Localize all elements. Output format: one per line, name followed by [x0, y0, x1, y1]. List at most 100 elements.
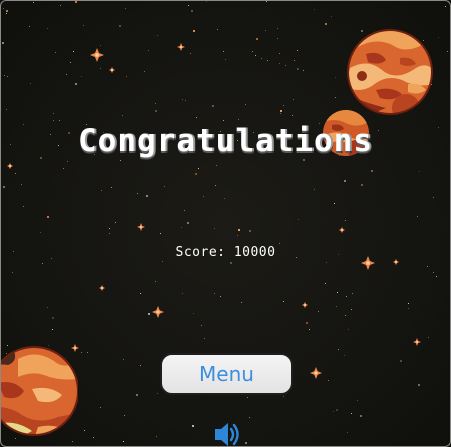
star-dot — [75, 1, 77, 3]
star-dot — [249, 230, 251, 232]
star-dot — [3, 186, 5, 188]
game-screen: Congratulations Score: 10000 Menu — [0, 0, 451, 447]
star-dot — [247, 397, 248, 398]
star-dot — [192, 425, 194, 427]
star-dot — [360, 415, 362, 417]
sparkle-star — [302, 302, 308, 308]
star-dot — [337, 292, 338, 293]
star-dot — [292, 115, 293, 116]
star-dot — [6, 10, 8, 12]
star-dot — [73, 51, 74, 52]
star-dot — [191, 10, 193, 12]
star-dot — [217, 29, 218, 30]
star-dot — [146, 195, 148, 197]
star-dot — [293, 99, 294, 100]
star-dot — [52, 329, 53, 330]
star-dot — [225, 59, 226, 60]
star-dot — [334, 203, 335, 204]
star-dot — [344, 355, 345, 356]
star-dot — [255, 55, 256, 56]
star-dot — [93, 437, 94, 438]
star-dot — [100, 68, 101, 69]
star-dot — [418, 384, 420, 386]
star-dot — [252, 51, 253, 52]
star-dot — [249, 417, 250, 418]
star-dot — [265, 30, 266, 31]
star-dot — [123, 441, 124, 442]
sparkle-star — [310, 367, 322, 379]
star-dot — [215, 185, 216, 186]
star-dot — [55, 52, 56, 53]
star-dot — [52, 317, 54, 319]
star-dot — [190, 53, 191, 54]
star-dot — [157, 393, 158, 394]
star-dot — [0, 278, 1, 279]
star-dot — [336, 409, 338, 411]
star-dot — [237, 235, 238, 236]
star-dot — [314, 189, 315, 190]
star-dot — [336, 306, 337, 307]
star-dot — [400, 360, 402, 362]
star-dot — [361, 184, 363, 186]
star-dot — [309, 329, 310, 330]
star-dot — [29, 26, 30, 27]
score-text: Score: 10000 — [175, 245, 276, 260]
star-dot — [162, 261, 163, 262]
star-dot — [120, 160, 121, 161]
star-dot — [122, 115, 123, 116]
sparkle-star — [99, 285, 105, 291]
star-dot — [417, 216, 418, 217]
star-dot — [297, 68, 299, 70]
star-dot — [344, 180, 346, 182]
star-dot — [47, 307, 48, 308]
star-dot — [294, 60, 295, 61]
star-dot — [345, 220, 346, 221]
star-dot — [185, 100, 186, 101]
star-dot — [60, 5, 61, 6]
star-dot — [428, 337, 429, 338]
star-dot — [140, 293, 141, 294]
star-dot — [182, 293, 183, 294]
star-dot — [144, 71, 145, 72]
star-dot — [445, 6, 446, 7]
star-dot — [182, 99, 183, 100]
speaker-volume-icon[interactable] — [212, 420, 242, 447]
star-dot — [66, 74, 67, 75]
menu-button[interactable]: Menu — [160, 353, 293, 395]
star-dot — [137, 193, 138, 194]
star-dot — [238, 229, 240, 231]
star-dot — [261, 58, 262, 59]
star-dot — [351, 309, 352, 310]
star-dot — [101, 190, 102, 191]
star-dot — [335, 97, 336, 98]
star-dot — [188, 5, 189, 6]
star-dot — [214, 293, 215, 294]
star-dot — [220, 296, 221, 297]
sparkle-star — [137, 223, 145, 231]
star-dot — [67, 161, 68, 162]
star-dot — [279, 53, 280, 54]
star-dot — [3, 8, 4, 9]
star-dot — [164, 186, 165, 187]
star-dot — [148, 50, 149, 51]
sparkle-star — [90, 48, 104, 62]
star-dot — [6, 13, 7, 14]
star-dot — [136, 394, 138, 396]
star-dot — [124, 415, 125, 416]
star-dot — [352, 293, 353, 294]
star-dot — [201, 325, 202, 326]
congratulations-title: Congratulations — [78, 123, 373, 159]
star-dot — [283, 396, 284, 397]
star-dot — [81, 76, 82, 77]
star-dot — [198, 168, 199, 169]
star-dot — [21, 184, 22, 185]
star-dot — [245, 442, 247, 444]
star-dot — [100, 45, 101, 46]
star-dot — [283, 301, 284, 302]
star-dot — [155, 110, 157, 112]
star-dot — [230, 262, 232, 264]
star-dot — [195, 173, 197, 175]
star-dot — [204, 338, 205, 339]
star-dot — [187, 222, 189, 224]
star-dot — [2, 42, 4, 44]
